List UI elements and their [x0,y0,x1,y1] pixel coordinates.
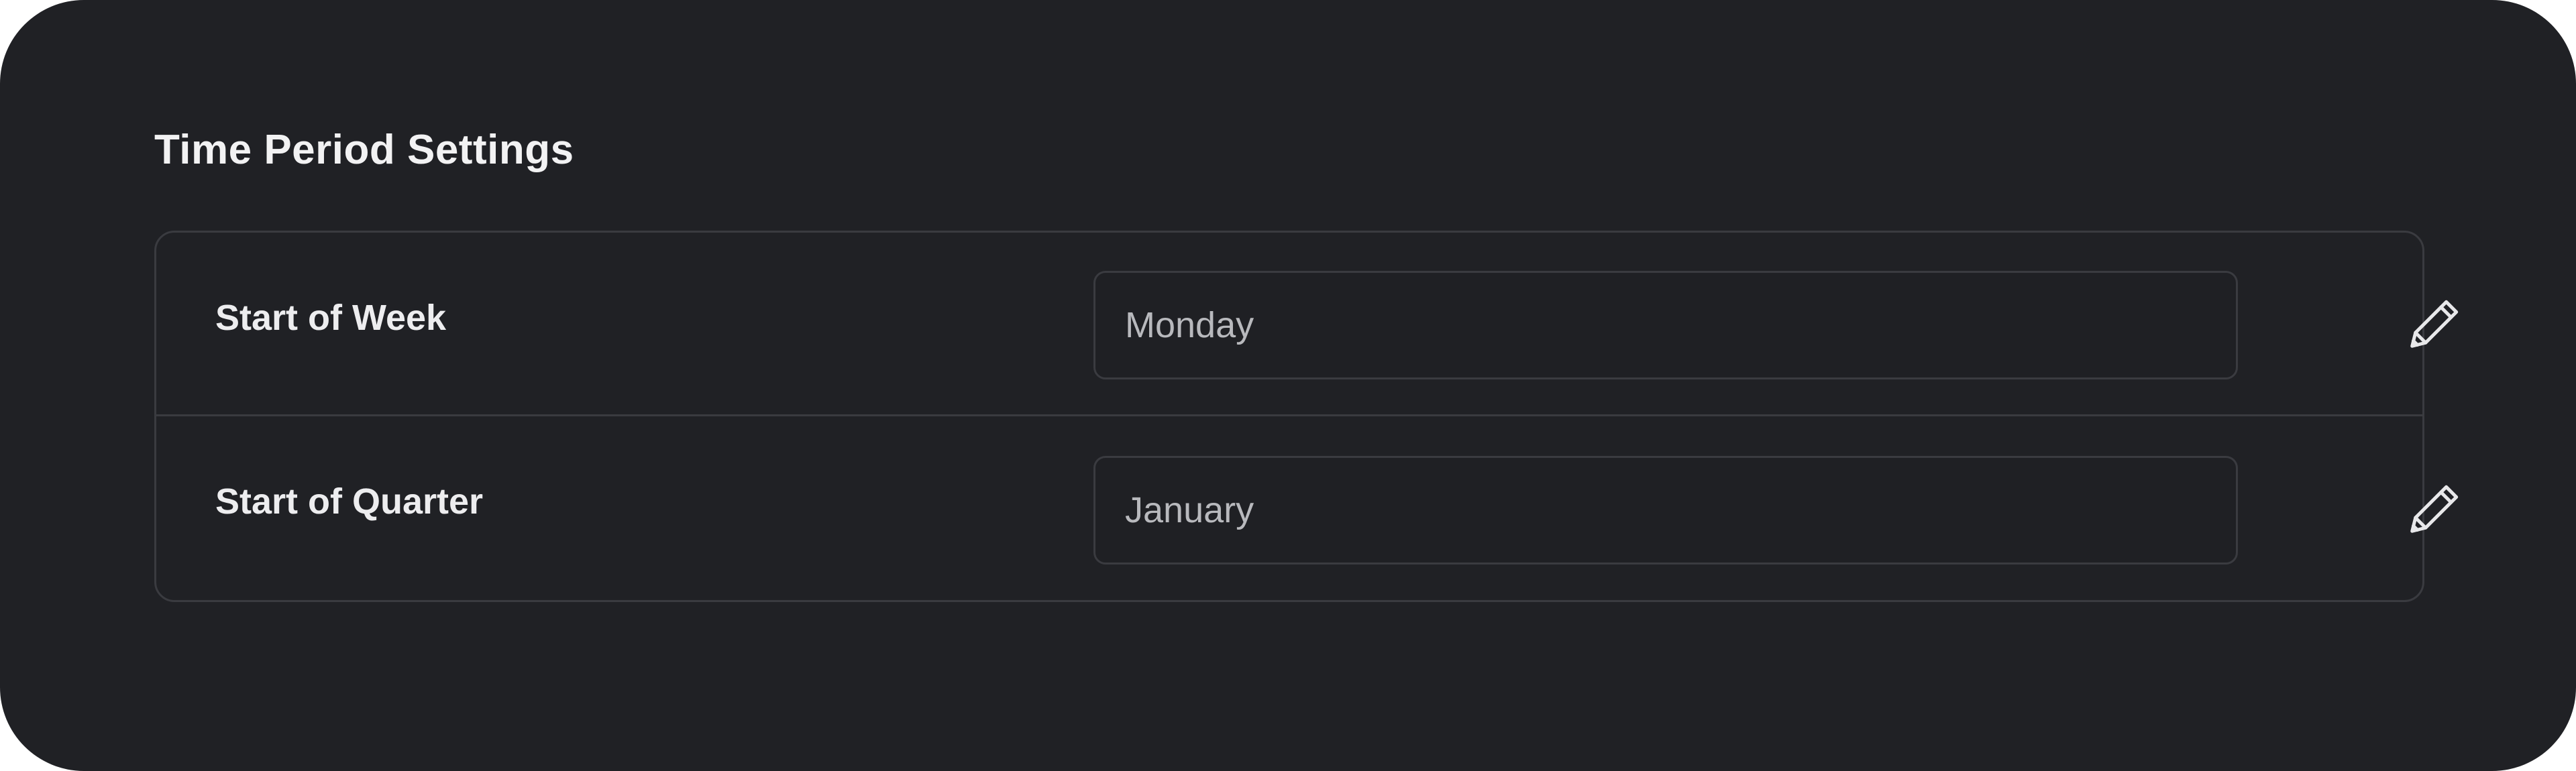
start-of-quarter-field[interactable] [1093,456,2238,565]
section-title: Time Period Settings [154,127,574,173]
pencil-icon [2410,300,2459,348]
setting-row-start-of-quarter: Start of Quarter [156,418,2459,601]
start-of-week-label: Start of Week [215,298,447,338]
pencil-icon [2410,485,2459,533]
settings-panel: Time Period Settings Start of Week Start… [0,0,2576,771]
start-of-quarter-label: Start of Quarter [215,481,484,522]
setting-row-start-of-week: Start of Week [156,233,2459,416]
edit-start-of-week-button[interactable] [2404,294,2464,355]
edit-start-of-quarter-button[interactable] [2404,479,2464,540]
start-of-week-field[interactable] [1093,271,2238,379]
settings-card: Start of Week Start of Quarter [154,231,2459,602]
